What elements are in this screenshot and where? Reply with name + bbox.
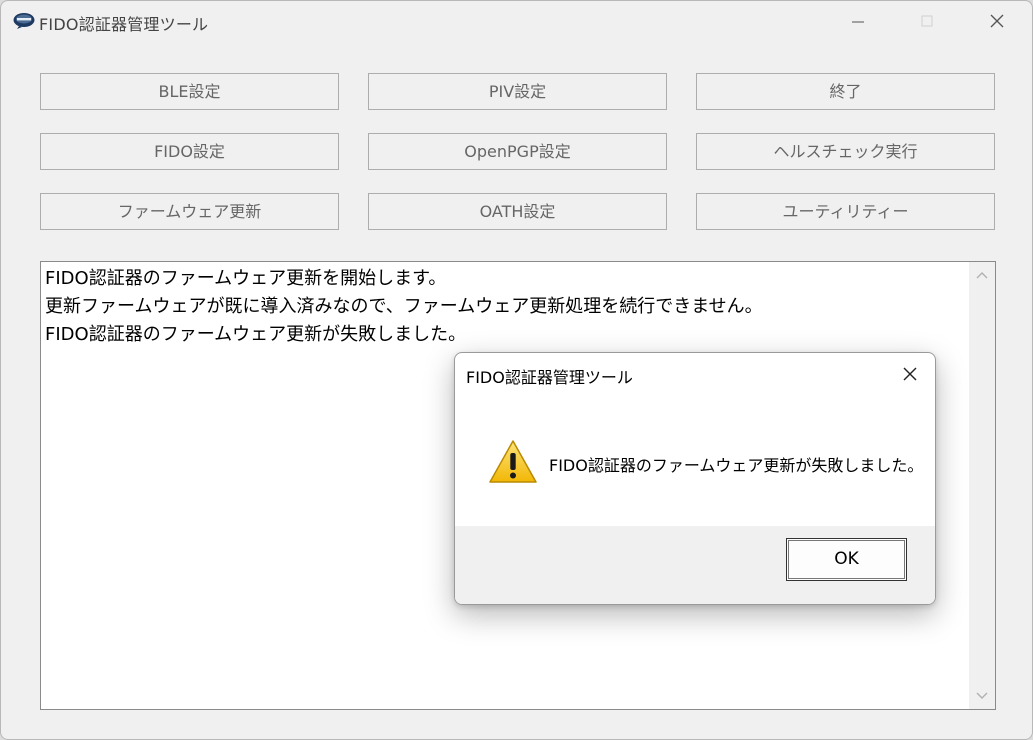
vertical-scrollbar[interactable] <box>969 262 995 709</box>
app-logo-icon <box>13 13 35 29</box>
warning-icon <box>489 440 537 483</box>
utility-button[interactable]: ユーティリティー <box>696 193 995 230</box>
log-lines: FIDO認証器のファームウェア更新を開始します。 更新ファームウェアが既に導入済… <box>45 265 763 349</box>
close-button[interactable] <box>974 9 1020 35</box>
dialog-title: FIDO認証器管理ツール <box>466 368 633 387</box>
scroll-up-icon[interactable] <box>975 270 989 280</box>
maximize-icon <box>921 15 933 27</box>
fido-settings-button[interactable]: FIDO設定 <box>40 133 339 170</box>
oath-settings-button[interactable]: OATH設定 <box>368 193 667 230</box>
minimize-button[interactable] <box>835 9 881 35</box>
firmware-update-button[interactable]: ファームウェア更新 <box>40 193 339 230</box>
openpgp-settings-button[interactable]: OpenPGP設定 <box>368 133 667 170</box>
exit-button[interactable]: 終了 <box>696 73 995 110</box>
error-dialog: FIDO認証器管理ツール FIDO認証器のファームウェア更新が失敗しました。 O… <box>454 352 936 605</box>
ok-button[interactable]: OK <box>786 538 907 581</box>
healthcheck-button[interactable]: ヘルスチェック実行 <box>696 133 995 170</box>
dialog-message: FIDO認証器のファームウェア更新が失敗しました。 <box>549 456 924 475</box>
title-bar[interactable]: FIDO認証器管理ツール <box>1 1 1032 41</box>
minimize-icon <box>852 21 864 23</box>
scroll-down-icon[interactable] <box>975 691 989 701</box>
dialog-footer: OK <box>455 526 935 604</box>
close-icon <box>990 14 1004 28</box>
log-line: FIDO認証器のファームウェア更新を開始します。 <box>45 268 447 289</box>
dialog-close-icon[interactable] <box>901 365 919 383</box>
window-title: FIDO認証器管理ツール <box>39 15 209 34</box>
log-line: FIDO認証器のファームウェア更新が失敗しました。 <box>45 324 467 345</box>
maximize-button[interactable] <box>904 9 950 35</box>
ble-settings-button[interactable]: BLE設定 <box>40 73 339 110</box>
piv-settings-button[interactable]: PIV設定 <box>368 73 667 110</box>
log-line: 更新ファームウェアが既に導入済みなので、ファームウェア更新処理を続行できません。 <box>45 296 763 317</box>
